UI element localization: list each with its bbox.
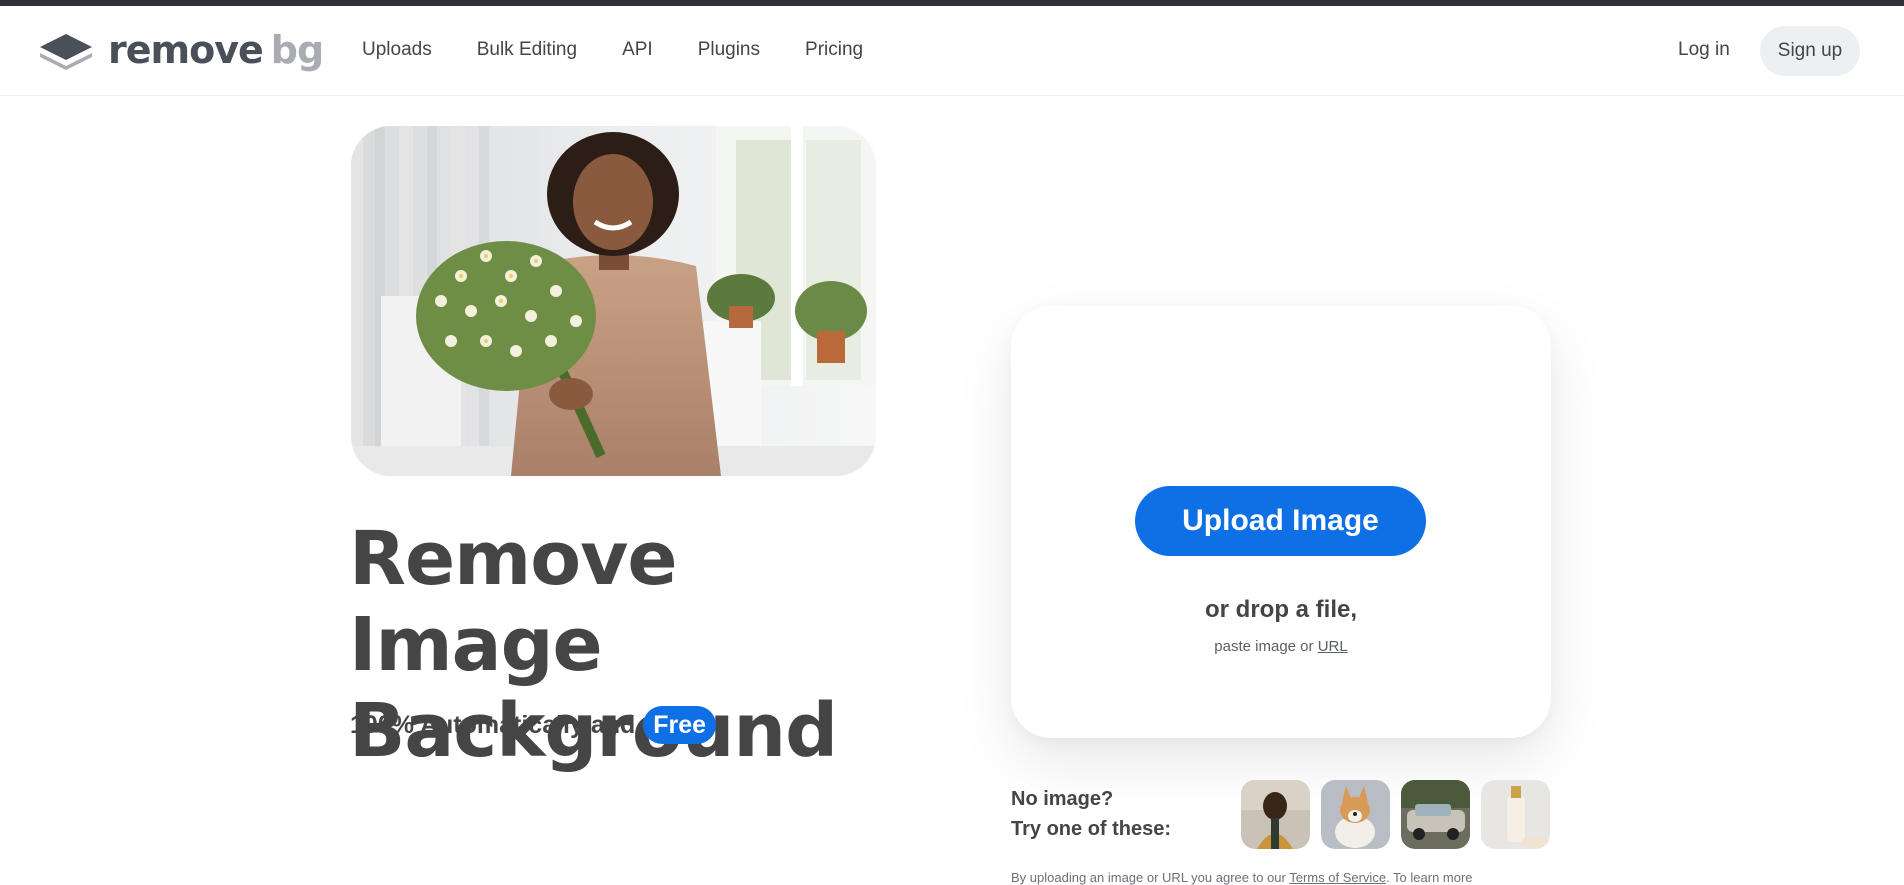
upload-image-button[interactable]: Upload Image <box>1135 486 1426 556</box>
nav-uploads[interactable]: Uploads <box>362 34 432 66</box>
logo-wordmark: remove bg <box>108 28 324 72</box>
paste-hint: paste image or URL <box>1011 638 1551 655</box>
url-link[interactable]: URL <box>1318 638 1348 655</box>
hero-woman-with-flowers-image <box>351 126 876 476</box>
login-link[interactable]: Log in <box>1678 34 1730 66</box>
sample-prompt: No image? Try one of these: <box>1011 784 1171 844</box>
paste-hint-text: paste image or <box>1214 638 1314 655</box>
logo-word-remove: remove <box>108 28 264 72</box>
logo-word-bg: bg <box>270 28 324 72</box>
layers-logo-icon <box>40 34 92 70</box>
sample-prompt-line2: Try one of these: <box>1011 818 1172 840</box>
nav-plugins[interactable]: Plugins <box>698 34 760 66</box>
main-navigation: remove bg Uploads Bulk Editing API Plugin… <box>0 6 1904 96</box>
subtitle-text: 100% Automatically and <box>350 710 636 739</box>
sample-prompt-line1: No image? <box>1011 788 1114 810</box>
hero-subtitle: 100% Automatically and Free <box>350 706 717 744</box>
logo[interactable]: remove bg <box>38 26 324 74</box>
upload-dropzone[interactable]: Upload Image or drop a file, paste image… <box>1011 306 1551 738</box>
car-sample-thumbnail[interactable] <box>1401 780 1470 849</box>
free-badge: Free <box>643 706 717 744</box>
nav-api[interactable]: API <box>622 34 653 66</box>
dog-sample-thumbnail[interactable] <box>1321 780 1390 849</box>
sample-images <box>1241 780 1550 849</box>
person-sample-thumbnail[interactable] <box>1241 780 1310 849</box>
product-sample-thumbnail[interactable] <box>1481 780 1550 849</box>
signup-button[interactable]: Sign up <box>1760 26 1860 76</box>
drop-file-text: or drop a file, <box>1204 596 1357 623</box>
nav-pricing[interactable]: Pricing <box>805 34 863 66</box>
nav-links: Uploads Bulk Editing API Plugins Pricing <box>362 34 908 66</box>
nav-bulk-editing[interactable]: Bulk Editing <box>477 34 577 66</box>
